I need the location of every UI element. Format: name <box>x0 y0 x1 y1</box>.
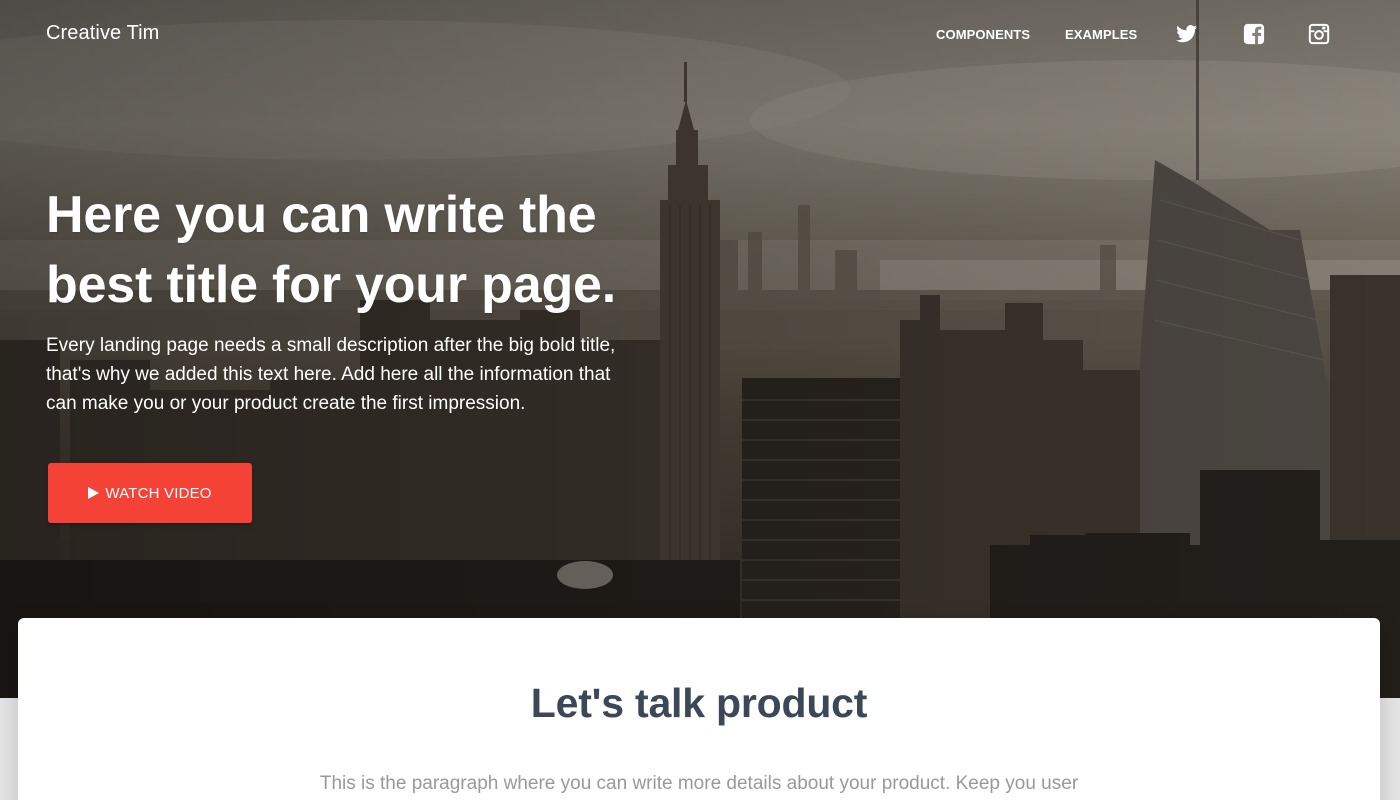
product-section-card: Let's talk product This is the paragraph… <box>18 618 1380 800</box>
nav-link-components[interactable]: COMPONENTS <box>936 27 1030 42</box>
facebook-icon[interactable] <box>1243 23 1265 45</box>
watch-video-button[interactable]: WATCH VIDEO <box>48 463 252 523</box>
hero-title: Here you can write the best title for yo… <box>46 180 706 320</box>
section-title: Let's talk product <box>530 680 868 726</box>
hero-description-line-1: Every landing page needs a small descrip… <box>46 335 616 356</box>
instagram-icon[interactable] <box>1308 23 1330 45</box>
section-paragraph: This is the paragraph where you can writ… <box>319 773 1079 794</box>
hero-title-line-1: Here you can write the <box>46 186 597 244</box>
play-icon <box>88 487 100 499</box>
twitter-icon[interactable] <box>1176 23 1198 45</box>
brand-logo-text[interactable]: Creative Tim <box>46 22 159 45</box>
navbar: Creative Tim COMPONENTS EXAMPLES <box>0 0 1400 70</box>
hero-title-line-2: best title for your page. <box>46 256 616 314</box>
hero-description: Every landing page needs a small descrip… <box>46 331 686 418</box>
landing-page: Creative Tim COMPONENTS EXAMPLES Here yo… <box>0 0 1400 800</box>
nav-link-examples[interactable]: EXAMPLES <box>1065 27 1137 42</box>
hero-description-line-3: can make you or your product create the … <box>46 393 526 414</box>
hero-description-line-2: that's why we added this text here. Add … <box>46 364 611 385</box>
watch-video-label: WATCH VIDEO <box>105 484 212 502</box>
